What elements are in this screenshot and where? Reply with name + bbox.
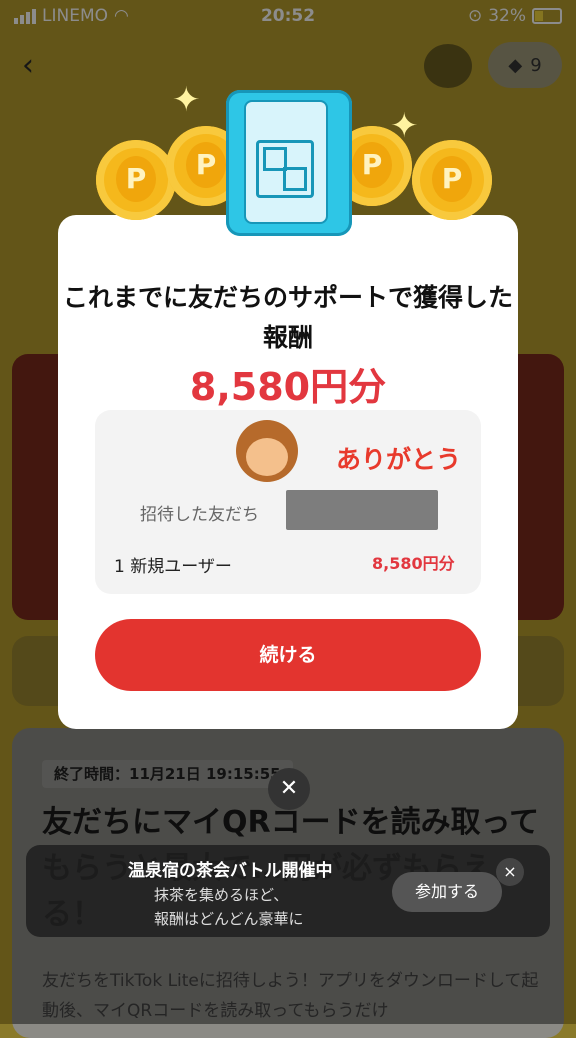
- monkey-sticker-icon: [236, 420, 298, 482]
- banner-title: 温泉宿の茶会バトル開催中: [128, 861, 333, 881]
- banner-close-icon[interactable]: ×: [496, 858, 524, 886]
- new-user-label: 1 新規ユーザー: [114, 557, 232, 577]
- invited-friends-label: 招待した友だち: [140, 505, 259, 525]
- qr-code-icon: [256, 140, 314, 198]
- banner-line-1: 抹茶を集めるほど、: [154, 886, 289, 904]
- coin-icon: P: [96, 140, 176, 220]
- reward-amount: 8,580円分: [189, 365, 387, 409]
- redacted-avatars: [286, 490, 438, 530]
- coin-icon: P: [412, 140, 492, 220]
- continue-button[interactable]: 続ける: [95, 619, 481, 691]
- thanks-text: ありがとう: [336, 445, 462, 474]
- sparkle-icon: ✦: [172, 80, 201, 120]
- banner-line-2: 報酬はどんどん豪華に: [154, 910, 304, 928]
- join-button[interactable]: 参加する: [392, 872, 502, 912]
- sparkle-icon: ✦: [390, 106, 419, 146]
- new-user-amount: 8,580円分: [372, 554, 455, 573]
- modal-title: これまでに友だちのサポートで獲得した報酬: [62, 283, 513, 352]
- modal-close-icon[interactable]: ✕: [268, 768, 310, 810]
